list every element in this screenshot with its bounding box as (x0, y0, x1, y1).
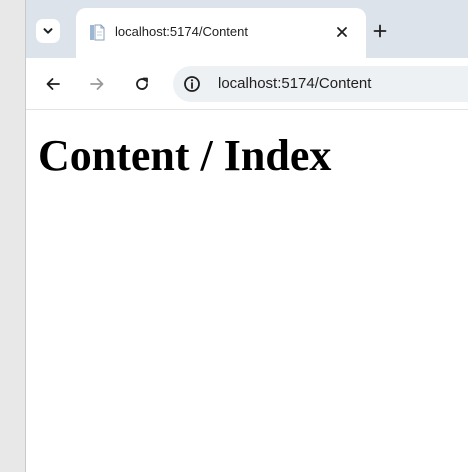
address-bar[interactable]: localhost:5174/Content (173, 66, 468, 102)
url-text[interactable]: localhost:5174/Content (218, 75, 371, 92)
arrow-left-icon (46, 78, 60, 90)
arrow-right-icon (90, 78, 104, 90)
page-title: Content / Index (38, 131, 332, 180)
document-icon (90, 24, 105, 41)
browser-toolbar: localhost:5174/Content (26, 58, 468, 110)
tab-active[interactable]: localhost:5174/Content (76, 8, 366, 58)
new-tab-button[interactable] (369, 20, 391, 42)
info-icon (184, 76, 200, 92)
forward-button[interactable] (85, 72, 109, 96)
site-info-button[interactable] (181, 73, 203, 95)
page-content: Content / Index (26, 110, 468, 472)
reload-icon (136, 77, 148, 90)
tab-title: localhost:5174/Content (115, 24, 248, 39)
browser-window: localhost:5174/Content localhost:5174/Co… (25, 0, 468, 472)
close-icon (337, 27, 347, 37)
back-button[interactable] (41, 72, 65, 96)
tab-close-button[interactable] (331, 21, 353, 43)
chevron-down-icon (43, 28, 53, 34)
reload-button[interactable] (130, 72, 154, 96)
plus-icon (373, 24, 387, 38)
tab-search-button[interactable] (36, 19, 60, 43)
tab-strip: localhost:5174/Content (26, 0, 468, 58)
